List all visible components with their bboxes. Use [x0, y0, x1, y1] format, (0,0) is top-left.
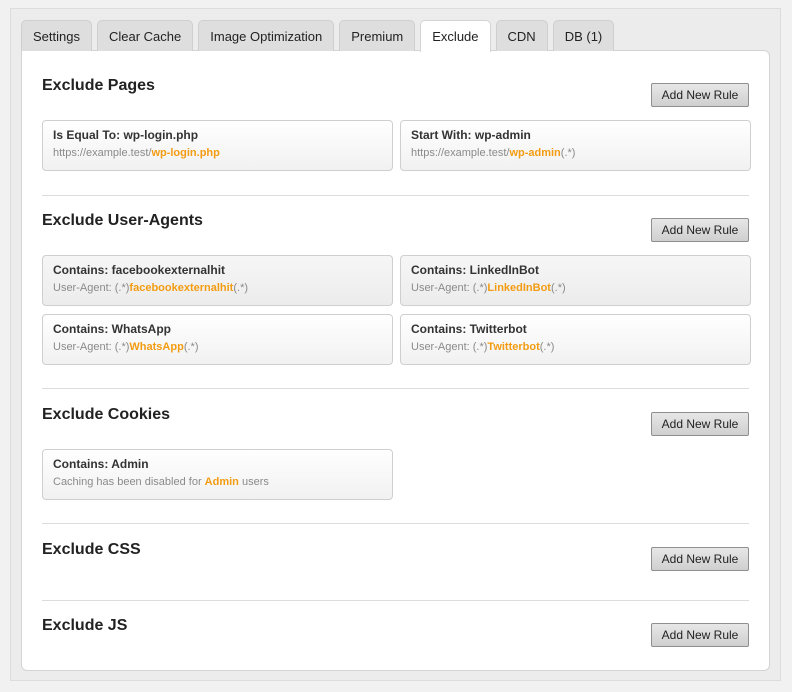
- rule-card[interactable]: Contains: WhatsApp User-Agent: (.*)Whats…: [42, 314, 393, 365]
- rule-detail: Caching has been disabled for Admin user…: [53, 475, 382, 489]
- section-title: Exclude Cookies: [42, 406, 171, 423]
- rule-title: Contains: LinkedInBot: [411, 263, 539, 277]
- section-exclude-js: Exclude JS Add New Rule: [42, 617, 749, 657]
- rule-title: Contains: Admin: [53, 457, 149, 471]
- add-new-rule-button[interactable]: Add New Rule: [651, 412, 749, 436]
- tab-cdn[interactable]: CDN: [495, 20, 548, 51]
- tab-db[interactable]: DB (1): [552, 20, 615, 51]
- rule-title: Start With: wp-admin: [411, 128, 531, 142]
- tab-settings[interactable]: Settings: [21, 20, 92, 51]
- tab-bar: Settings Clear Cache Image Optimization …: [21, 20, 615, 52]
- tab-premium[interactable]: Premium: [339, 20, 416, 51]
- tab-clear-cache[interactable]: Clear Cache: [96, 20, 194, 51]
- rule-suffix: (.*): [539, 341, 555, 353]
- rule-value: LinkedInBot: [487, 282, 551, 294]
- rule-suffix: (.*): [183, 341, 199, 353]
- rule-detail: User-Agent: (.*)WhatsApp(.*): [53, 340, 382, 354]
- rule-title: Contains: Twitterbot: [411, 322, 527, 336]
- section-exclude-user-agents: Exclude User-Agents Add New Rule Contain…: [42, 212, 751, 382]
- section-divider: [42, 195, 749, 196]
- rule-prefix: https://example.test/: [411, 147, 510, 159]
- section-divider: [42, 600, 749, 601]
- rule-card[interactable]: Contains: facebookexternalhit User-Agent…: [42, 255, 393, 306]
- rule-prefix: User-Agent: (.*): [53, 282, 130, 294]
- section-exclude-cookies: Exclude Cookies Add New Rule Contains: A…: [42, 406, 749, 506]
- section-exclude-pages: Exclude Pages Add New Rule Is Equal To: …: [42, 77, 751, 177]
- section-title: Exclude JS: [42, 617, 128, 634]
- add-new-rule-button[interactable]: Add New Rule: [651, 83, 749, 107]
- section-title: Exclude User-Agents: [42, 212, 203, 229]
- tab-image-optimization[interactable]: Image Optimization: [198, 20, 335, 51]
- rule-detail: User-Agent: (.*)LinkedInBot(.*): [411, 281, 740, 295]
- section-title: Exclude CSS: [42, 541, 141, 558]
- rule-prefix: https://example.test/: [53, 147, 152, 159]
- rule-card[interactable]: Contains: LinkedInBot User-Agent: (.*)Li…: [400, 255, 751, 306]
- add-new-rule-button[interactable]: Add New Rule: [651, 623, 749, 647]
- rule-card[interactable]: Is Equal To: wp-login.php https://exampl…: [42, 120, 393, 171]
- rule-value: Admin: [204, 476, 239, 488]
- rule-suffix: (.*): [560, 147, 576, 159]
- add-new-rule-button[interactable]: Add New Rule: [651, 218, 749, 242]
- section-title: Exclude Pages: [42, 77, 155, 94]
- rule-card[interactable]: Contains: Admin Caching has been disable…: [42, 449, 393, 500]
- rule-suffix: users: [238, 476, 269, 488]
- rule-prefix: Caching has been disabled for: [53, 476, 205, 488]
- add-new-rule-button[interactable]: Add New Rule: [651, 547, 749, 571]
- rule-title: Is Equal To: wp-login.php: [53, 128, 199, 142]
- rule-value: WhatsApp: [129, 341, 184, 353]
- rule-detail: https://example.test/wp-login.php: [53, 146, 382, 160]
- rule-value: wp-login.php: [151, 147, 220, 159]
- exclude-panel: Exclude Pages Add New Rule Is Equal To: …: [21, 50, 770, 671]
- rule-value: facebookexternalhit: [129, 282, 234, 294]
- section-divider: [42, 388, 749, 389]
- rule-suffix: (.*): [550, 282, 566, 294]
- rule-value: Twitterbot: [487, 341, 540, 353]
- rule-title: Contains: facebookexternalhit: [53, 263, 226, 277]
- rule-prefix: User-Agent: (.*): [53, 341, 130, 353]
- rule-value: wp-admin: [509, 147, 561, 159]
- rule-prefix: User-Agent: (.*): [411, 341, 488, 353]
- rule-detail: User-Agent: (.*)facebookexternalhit(.*): [53, 281, 382, 295]
- section-exclude-css: Exclude CSS Add New Rule: [42, 541, 749, 581]
- rule-prefix: User-Agent: (.*): [411, 282, 488, 294]
- rule-suffix: (.*): [233, 282, 249, 294]
- section-divider: [42, 523, 749, 524]
- rule-detail: User-Agent: (.*)Twitterbot(.*): [411, 340, 740, 354]
- rule-card[interactable]: Start With: wp-admin https://example.tes…: [400, 120, 751, 171]
- rule-detail: https://example.test/wp-admin(.*): [411, 146, 740, 160]
- rule-card[interactable]: Contains: Twitterbot User-Agent: (.*)Twi…: [400, 314, 751, 365]
- rule-title: Contains: WhatsApp: [53, 322, 171, 336]
- tab-exclude[interactable]: Exclude: [420, 20, 491, 52]
